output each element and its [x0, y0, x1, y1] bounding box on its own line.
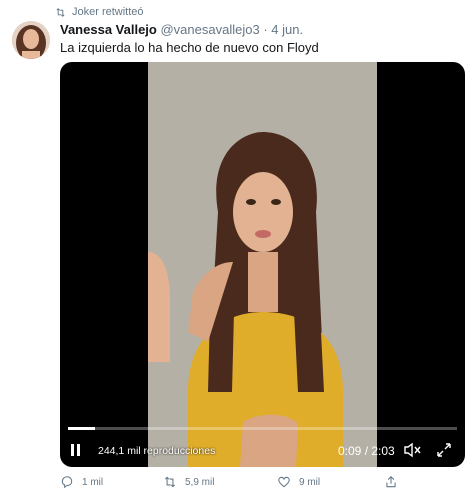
retweet-action-icon: [164, 476, 176, 488]
video-progress-bar[interactable]: [68, 427, 457, 430]
video-player[interactable]: 244,1 mil reproducciones 0:09 / 2:03: [60, 62, 465, 467]
reply-count: 1 mil: [82, 476, 104, 488]
reply-icon: [61, 476, 73, 489]
retweet-context: Joker retwitteó: [55, 4, 144, 20]
video-frame: [148, 62, 377, 467]
share-icon: [386, 476, 396, 488]
retweet-label: Joker retwitteó: [72, 6, 144, 18]
view-count: 244,1 mil reproducciones: [98, 445, 216, 457]
retweet-count: 5,9 mil: [185, 476, 215, 488]
retweet-icon: [56, 7, 65, 17]
fullscreen-button[interactable]: [436, 442, 452, 458]
share-button[interactable]: [384, 475, 406, 489]
like-button[interactable]: 9 mil: [277, 475, 320, 489]
avatar[interactable]: [12, 21, 50, 59]
video-controls: 244,1 mil reproducciones 0:09 / 2:03: [60, 433, 465, 467]
pause-button[interactable]: [70, 444, 82, 456]
reply-button[interactable]: 1 mil: [60, 475, 103, 489]
separator-dot: ·: [263, 22, 268, 37]
tweet-date[interactable]: 4 jun.: [271, 22, 303, 37]
tweet-text: La izquierda lo ha hecho de nuevo con Fl…: [60, 40, 319, 55]
mute-button[interactable]: [404, 442, 422, 458]
heart-icon: [278, 476, 290, 488]
video-progress-fill: [68, 427, 96, 430]
author-name[interactable]: Vanessa Vallejo: [60, 22, 157, 37]
author-handle[interactable]: @vanesavallejo3: [160, 22, 259, 37]
like-count: 9 mil: [299, 476, 321, 488]
tweet-header: Vanessa Vallejo @vanesavallejo3 · 4 jun.: [60, 22, 303, 37]
video-time: 0:09 / 2:03: [338, 444, 395, 458]
retweet-button[interactable]: 5,9 mil: [163, 475, 214, 489]
